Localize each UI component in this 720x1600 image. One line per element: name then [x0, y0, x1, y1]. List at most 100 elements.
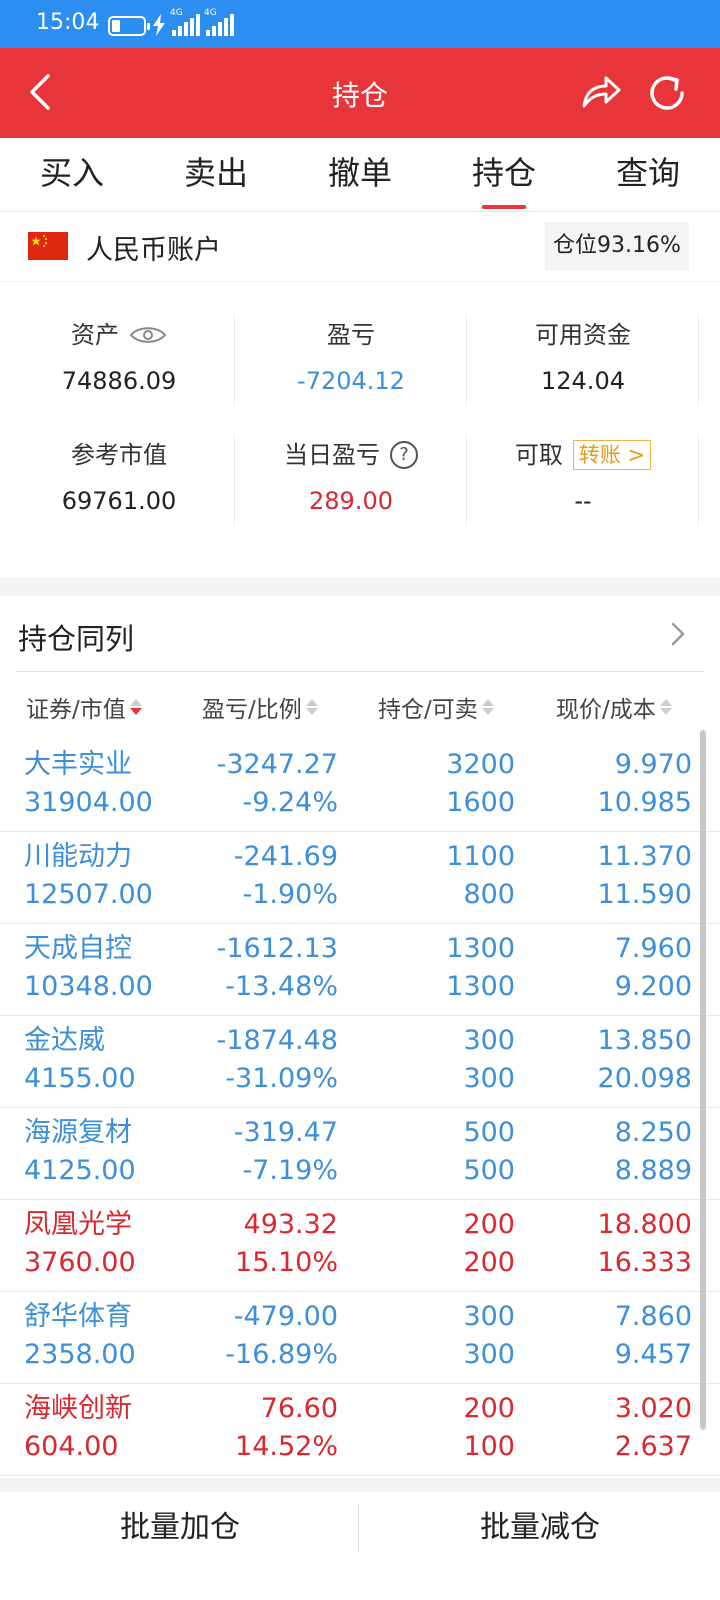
- stock-position: 3200: [446, 749, 515, 780]
- stock-sellable: 100: [463, 1431, 515, 1462]
- stock-name: 川能动力: [24, 841, 132, 872]
- battery-icon: [108, 16, 150, 36]
- stock-sellable: 500: [463, 1155, 515, 1186]
- sort-icon: [481, 699, 494, 715]
- stock-price: 18.800: [597, 1209, 692, 1240]
- daily-pl-value: 289.00: [309, 487, 393, 515]
- stock-price: 7.860: [614, 1301, 692, 1332]
- stock-name: 海源复材: [24, 1117, 132, 1148]
- market-value-label: 参考市值: [71, 441, 167, 469]
- stock-name: 天成自控: [24, 933, 132, 964]
- stock-pl-ratio: 15.10%: [235, 1247, 338, 1278]
- available-funds-label: 可用资金: [535, 321, 631, 349]
- bottom-divider: [0, 1478, 720, 1492]
- stock-pl: -241.69: [233, 841, 338, 872]
- section-divider: [0, 578, 720, 596]
- charging-icon: [153, 14, 165, 36]
- stock-position: 1100: [446, 841, 515, 872]
- stock-market-value: 12507.00: [24, 879, 153, 910]
- table-row[interactable]: 海源复材 4125.00 -319.47 -7.19% 500 500 8.25…: [0, 1108, 720, 1200]
- stock-pl-ratio: -16.89%: [225, 1339, 338, 1370]
- sort-header-position[interactable]: 持仓/可卖: [378, 690, 494, 724]
- table-row[interactable]: 大丰实业 31904.00 -3247.27 -9.24% 3200 1600 …: [0, 740, 720, 832]
- stock-pl-ratio: -7.19%: [242, 1155, 338, 1186]
- tab-sell[interactable]: 卖出: [144, 138, 288, 211]
- stock-cost: 2.637: [614, 1431, 692, 1462]
- stock-sellable: 1300: [446, 971, 515, 1002]
- available-funds-value: 124.04: [541, 367, 625, 395]
- stock-market-value: 4125.00: [24, 1155, 136, 1186]
- positions-section-header[interactable]: 持仓同列: [0, 596, 720, 672]
- section-title: 持仓同列: [18, 622, 135, 656]
- batch-reduce-button[interactable]: 批量减仓: [360, 1492, 720, 1600]
- stock-name: 大丰实业: [24, 749, 132, 780]
- stock-market-value: 3760.00: [24, 1247, 136, 1278]
- stock-sellable: 200: [463, 1247, 515, 1278]
- sort-icon: [305, 699, 318, 715]
- table-row[interactable]: 天成自控 10348.00 -1612.13 -13.48% 1300 1300…: [0, 924, 720, 1016]
- stock-cost: 16.333: [597, 1247, 692, 1278]
- stock-sellable: 300: [463, 1063, 515, 1094]
- sort-header-security[interactable]: 证券/市值: [26, 690, 142, 724]
- tab-positions[interactable]: 持仓: [432, 138, 576, 211]
- stock-name: 海峡创新: [24, 1393, 132, 1424]
- list-scrollbar[interactable]: [700, 730, 706, 1430]
- share-icon[interactable]: [580, 72, 622, 112]
- table-row[interactable]: 海峡创新 604.00 76.60 14.52% 200 100 3.020 2…: [0, 1384, 720, 1476]
- stock-price: 3.020: [614, 1393, 692, 1424]
- bottom-action-bar: 批量加仓 批量减仓: [0, 1492, 720, 1600]
- table-row[interactable]: 凤凰光学 3760.00 493.32 15.10% 200 200 18.80…: [0, 1200, 720, 1292]
- tab-buy[interactable]: 买入: [0, 138, 144, 211]
- stock-sellable: 300: [463, 1339, 515, 1370]
- signal-icon: 4G: [170, 8, 200, 36]
- stock-position: 1300: [446, 933, 515, 964]
- batch-add-button[interactable]: 批量加仓: [0, 1492, 360, 1600]
- stock-pl-ratio: 14.52%: [235, 1431, 338, 1462]
- table-row[interactable]: 金达威 4155.00 -1874.48 -31.09% 300 300 13.…: [0, 1016, 720, 1108]
- daily-pl-label: 当日盈亏: [284, 441, 380, 469]
- account-name: 人民币账户: [86, 235, 221, 266]
- status-icons: 4G 4G: [108, 8, 234, 36]
- account-row: 人民币账户 仓位93.16%: [0, 212, 720, 282]
- withdrawable-label: 可取: [514, 441, 563, 469]
- stock-pl-ratio: -1.90%: [242, 879, 338, 910]
- pl-label: 盈亏: [327, 321, 375, 349]
- table-row[interactable]: 川能动力 12507.00 -241.69 -1.90% 1100 800 11…: [0, 832, 720, 924]
- sort-icon: [129, 699, 142, 715]
- stock-pl: -479.00: [233, 1301, 338, 1332]
- tab-cancel-order[interactable]: 撤单: [288, 138, 432, 211]
- stock-price: 9.970: [614, 749, 692, 780]
- transfer-button[interactable]: 转账 >: [572, 440, 652, 470]
- sort-header-pl[interactable]: 盈亏/比例: [202, 690, 318, 724]
- stock-name: 金达威: [24, 1025, 105, 1056]
- stock-position: 300: [463, 1025, 515, 1056]
- stock-price: 8.250: [614, 1117, 692, 1148]
- stock-name: 凤凰光学: [24, 1209, 132, 1240]
- assets-value: 74886.09: [61, 367, 177, 395]
- stock-cost: 9.457: [614, 1339, 692, 1370]
- stock-price: 11.370: [597, 841, 692, 872]
- chevron-right-icon[interactable]: [666, 618, 690, 650]
- positions-list: 大丰实业 31904.00 -3247.27 -9.24% 3200 1600 …: [0, 740, 720, 1476]
- stock-cost: 10.985: [597, 787, 692, 818]
- eye-icon[interactable]: [129, 324, 167, 346]
- sort-header-price[interactable]: 现价/成本: [556, 690, 672, 724]
- stock-cost: 8.889: [614, 1155, 692, 1186]
- position-ratio-badge: 仓位93.16%: [545, 222, 689, 270]
- stock-pl: -1874.48: [216, 1025, 338, 1056]
- stock-position: 500: [463, 1117, 515, 1148]
- trade-tabs: 买入 卖出 撤单 持仓 查询: [0, 138, 720, 212]
- assets-label: 资产: [71, 321, 119, 349]
- refresh-icon[interactable]: [646, 72, 688, 114]
- tab-query[interactable]: 查询: [576, 138, 720, 211]
- withdrawable-value: --: [574, 487, 592, 515]
- table-header: 证券/市值 盈亏/比例 持仓/可卖 现价/成本: [0, 672, 720, 740]
- stock-sellable: 1600: [446, 787, 515, 818]
- market-value: 69761.00: [61, 487, 177, 515]
- help-icon[interactable]: ?: [390, 441, 418, 469]
- stock-pl-ratio: -13.48%: [225, 971, 338, 1002]
- stock-market-value: 604.00: [24, 1431, 119, 1462]
- stock-cost: 20.098: [597, 1063, 692, 1094]
- stock-position: 300: [463, 1301, 515, 1332]
- table-row[interactable]: 舒华体育 2358.00 -479.00 -16.89% 300 300 7.8…: [0, 1292, 720, 1384]
